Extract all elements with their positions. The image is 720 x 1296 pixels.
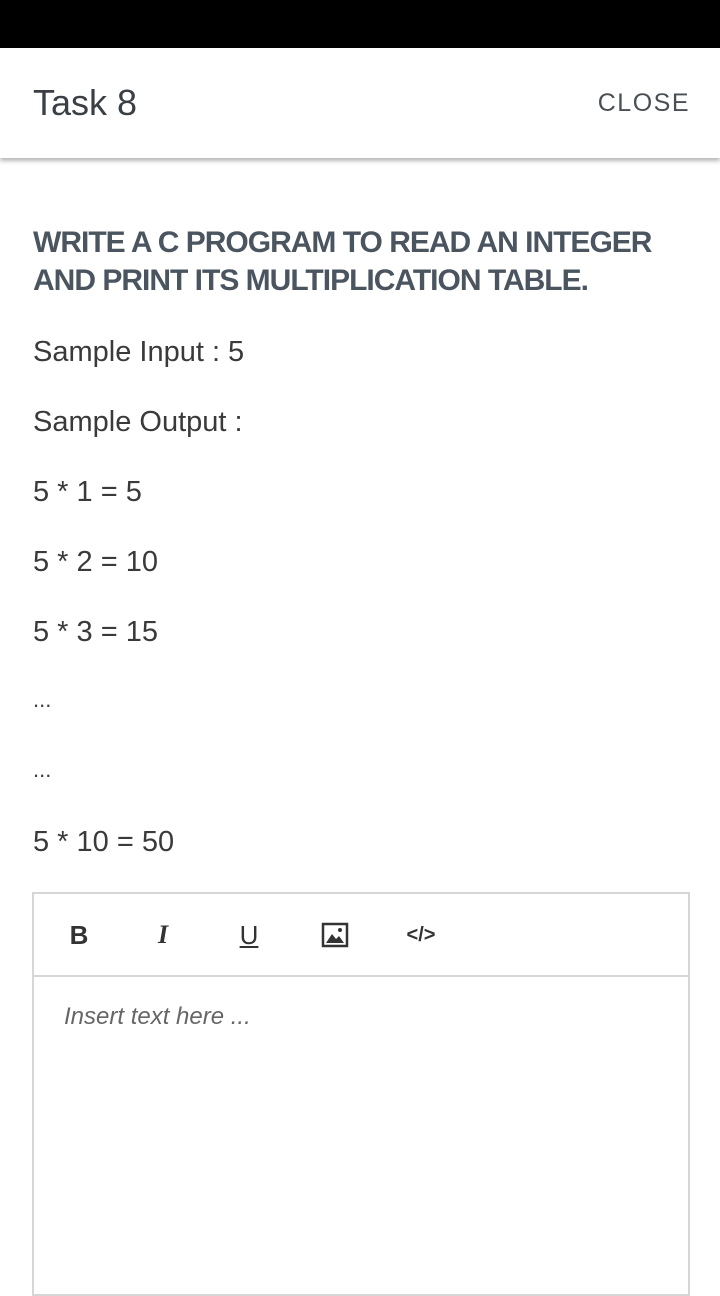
bold-button[interactable]: B bbox=[66, 918, 92, 952]
output-line: ... bbox=[33, 687, 52, 712]
output-line: 5 * 1 = 5 bbox=[33, 476, 142, 508]
task-heading: WRITE A C PROGRAM TO READ AN INTEGER AND… bbox=[33, 226, 652, 297]
page-title: Task 8 bbox=[33, 82, 138, 123]
output-line: ... bbox=[33, 757, 52, 782]
editor-input[interactable]: Insert text here ... bbox=[64, 1002, 251, 1032]
italic-button[interactable]: I bbox=[150, 918, 176, 952]
status-bar bbox=[0, 0, 720, 48]
close-button[interactable]: CLOSE bbox=[598, 88, 690, 118]
output-line: 5 * 2 = 10 bbox=[33, 546, 158, 578]
sample-input: Sample Input : 5 bbox=[33, 336, 245, 368]
editor-toolbar: B I U </> bbox=[34, 894, 688, 977]
app-header: Task 8 CLOSE bbox=[0, 48, 720, 158]
image-icon[interactable] bbox=[320, 918, 350, 952]
rich-text-editor: B I U </> Insert text here ... bbox=[32, 892, 690, 1296]
output-line: 5 * 10 = 50 bbox=[33, 826, 175, 858]
code-button[interactable]: </> bbox=[404, 918, 438, 952]
output-line: 5 * 3 = 15 bbox=[33, 616, 158, 648]
underline-button[interactable]: U bbox=[234, 918, 264, 952]
sample-output-label: Sample Output : bbox=[33, 406, 243, 438]
task-content: WRITE A C PROGRAM TO READ AN INTEGER AND… bbox=[33, 224, 693, 858]
